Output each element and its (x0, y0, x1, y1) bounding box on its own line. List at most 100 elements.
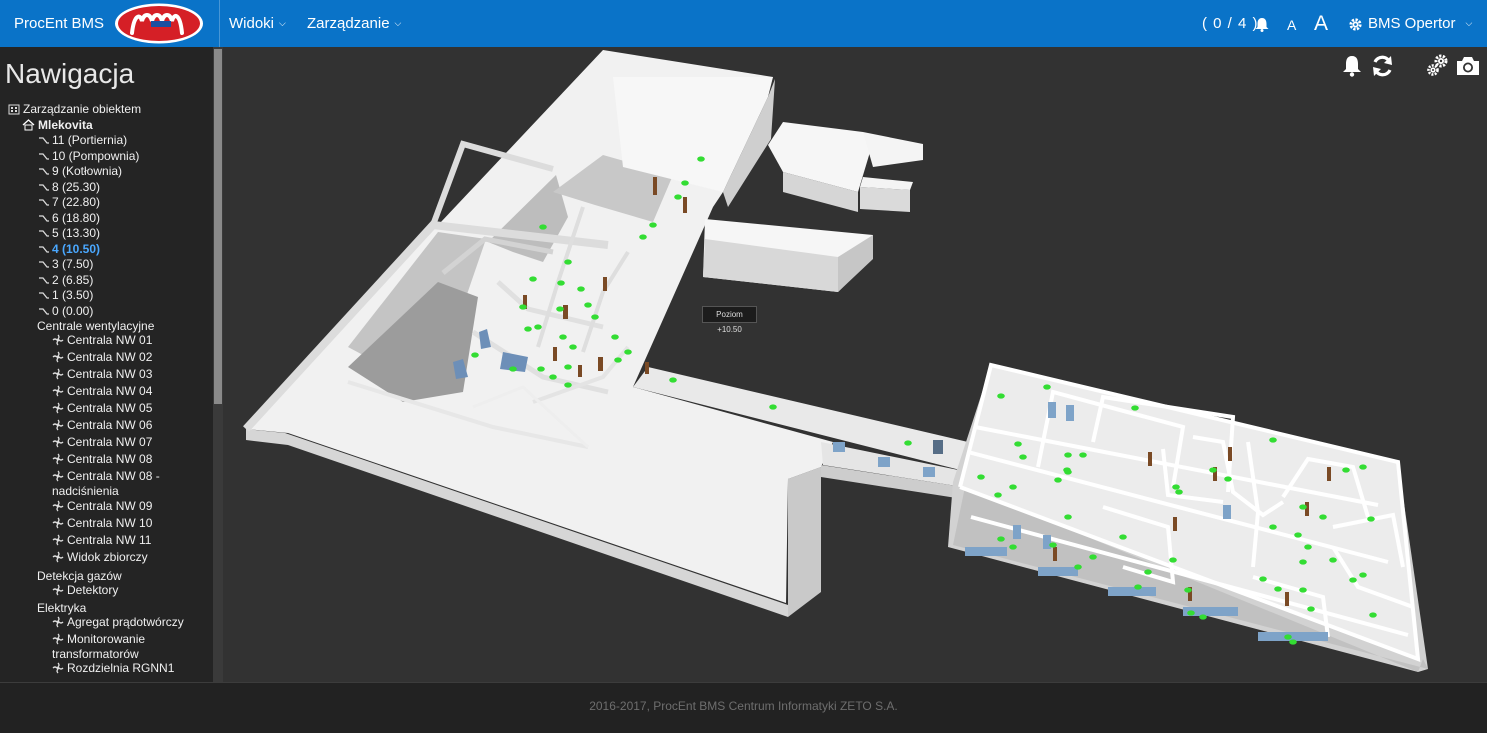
tree-ventilation-item[interactable]: Centrala NW 10 (52, 516, 152, 530)
sensor-marker[interactable] (537, 366, 545, 372)
tree-level-8[interactable]: 3 (7.50) (38, 257, 93, 271)
menu-zarzadzanie[interactable]: Zarządzanie ⌵ (307, 15, 401, 32)
sensor-marker[interactable] (1299, 504, 1307, 510)
tree-ventilation-item[interactable]: Centrala NW 07 (52, 435, 152, 449)
sensor-marker[interactable] (1054, 477, 1062, 483)
tree-ventilation-item[interactable]: Centrala NW 02 (52, 350, 152, 364)
sensor-marker[interactable] (1319, 514, 1327, 520)
sensor-marker[interactable] (994, 492, 1002, 498)
sensor-marker[interactable] (1009, 544, 1017, 550)
sensor-marker[interactable] (1043, 384, 1051, 390)
sensor-marker[interactable] (1307, 606, 1315, 612)
tree-ventilation-item[interactable]: Widok zbiorczy (52, 550, 148, 564)
sensor-marker[interactable] (549, 374, 557, 380)
user-menu[interactable]: BMS Opertor ⌵ (1368, 15, 1472, 32)
sensor-marker[interactable] (1074, 564, 1082, 570)
sensor-marker[interactable] (1369, 612, 1377, 618)
sensor-marker[interactable] (1284, 634, 1292, 640)
settings-icon[interactable] (1426, 54, 1450, 78)
tree-ventilation-item[interactable]: Centrala NW 03 (52, 367, 152, 381)
sensor-marker[interactable] (1184, 587, 1192, 593)
sensor-marker[interactable] (1299, 559, 1307, 565)
sensor-marker[interactable] (557, 280, 565, 286)
sensor-marker[interactable] (1187, 610, 1195, 616)
sensor-marker[interactable] (1172, 484, 1180, 490)
sensor-marker[interactable] (1367, 516, 1375, 522)
menu-widoki[interactable]: Widoki ⌵ (229, 15, 286, 32)
sensor-marker[interactable] (1064, 452, 1072, 458)
sensor-marker[interactable] (1342, 467, 1350, 473)
sensor-marker[interactable] (639, 234, 647, 240)
tree-level-5[interactable]: 6 (18.80) (38, 211, 100, 225)
sensor-marker[interactable] (559, 334, 567, 340)
sensor-marker[interactable] (769, 404, 777, 410)
tree-level-1[interactable]: 10 (Pompownia) (38, 149, 139, 163)
tree-item-continuation[interactable]: transformatorów (52, 647, 139, 661)
bell-icon[interactable] (1340, 54, 1364, 78)
sensor-marker[interactable] (1224, 476, 1232, 482)
tree-ventilation-item[interactable]: Centrala NW 08 - (52, 469, 160, 483)
tree-level-11[interactable]: 0 (0.00) (38, 304, 93, 318)
tree-ventilation-item[interactable]: Centrala NW 08 (52, 452, 152, 466)
tree-gas-item[interactable]: Detektory (52, 583, 118, 597)
sensor-marker[interactable] (1199, 614, 1207, 620)
alarm-count[interactable]: ( 0 / 4 ) (1202, 15, 1259, 32)
tree-ventilation-item[interactable]: Centrala NW 06 (52, 418, 152, 432)
tree-ventilation-item[interactable]: Centrala NW 09 (52, 499, 152, 513)
sensor-marker[interactable] (611, 334, 619, 340)
sensor-marker[interactable] (697, 156, 705, 162)
tree-electric-item[interactable]: Agregat prądotwórczy (52, 615, 184, 629)
sensor-marker[interactable] (1009, 484, 1017, 490)
sensor-marker[interactable] (1144, 569, 1152, 575)
sensor-marker[interactable] (997, 393, 1005, 399)
3d-building-viewport[interactable]: Poziom +10.50 (223, 47, 1487, 682)
sensor-marker[interactable] (1089, 554, 1097, 560)
tree-ventilation-item[interactable]: Centrala NW 01 (52, 333, 152, 347)
sensor-marker[interactable] (1209, 467, 1217, 473)
tree-site-mlekovita[interactable]: Mlekovita (22, 118, 93, 132)
tree-level-3[interactable]: 8 (25.30) (38, 180, 100, 194)
gear-icon[interactable] (1348, 17, 1363, 32)
sensor-marker[interactable] (1349, 577, 1357, 583)
sensor-marker[interactable] (624, 349, 632, 355)
tree-level-6[interactable]: 5 (13.30) (38, 226, 100, 240)
tree-level-7[interactable]: 4 (10.50) (38, 242, 100, 256)
sensor-marker[interactable] (1064, 469, 1072, 475)
tree-level-2[interactable]: 9 (Kotłownia) (38, 164, 122, 178)
sensor-marker[interactable] (1299, 587, 1307, 593)
sensor-marker[interactable] (1329, 557, 1337, 563)
sensor-marker[interactable] (1359, 572, 1367, 578)
font-increase-button[interactable]: A (1314, 12, 1328, 36)
sensor-marker[interactable] (1064, 514, 1072, 520)
sidebar-scrollbar-thumb[interactable] (214, 49, 222, 404)
sensor-marker[interactable] (471, 352, 479, 358)
sensor-marker[interactable] (1134, 584, 1142, 590)
tree-group-gas-detection[interactable]: Detekcja gazów (37, 569, 122, 583)
tree-ventilation-item[interactable]: Centrala NW 11 (52, 533, 151, 547)
tree-item-continuation[interactable]: nadciśnienia (52, 484, 119, 498)
sensor-marker[interactable] (669, 377, 677, 383)
sensor-marker[interactable] (1259, 576, 1267, 582)
sensor-marker[interactable] (997, 536, 1005, 542)
building-3d-model[interactable] (223, 47, 1487, 682)
sensor-marker[interactable] (519, 304, 527, 310)
sensor-marker[interactable] (564, 259, 572, 265)
sensor-marker[interactable] (1049, 542, 1057, 548)
bell-icon[interactable] (1254, 17, 1270, 32)
sensor-marker[interactable] (614, 357, 622, 363)
sensor-marker[interactable] (674, 194, 682, 200)
tree-level-9[interactable]: 2 (6.85) (38, 273, 93, 287)
tree-electric-item[interactable]: Rozdzielnia RGNN1 (52, 661, 174, 675)
sensor-marker[interactable] (1304, 544, 1312, 550)
tree-level-4[interactable]: 7 (22.80) (38, 195, 100, 209)
font-decrease-button[interactable]: A (1287, 17, 1296, 33)
sensor-marker[interactable] (1294, 532, 1302, 538)
sensor-marker[interactable] (509, 366, 517, 372)
sensor-marker[interactable] (681, 180, 689, 186)
sensor-marker[interactable] (584, 302, 592, 308)
refresh-icon[interactable] (1370, 54, 1395, 78)
sensor-marker[interactable] (1169, 557, 1177, 563)
sensor-marker[interactable] (564, 382, 572, 388)
tree-group-ventilation[interactable]: Centrale wentylacyjne (37, 319, 154, 333)
sensor-marker[interactable] (564, 364, 572, 370)
